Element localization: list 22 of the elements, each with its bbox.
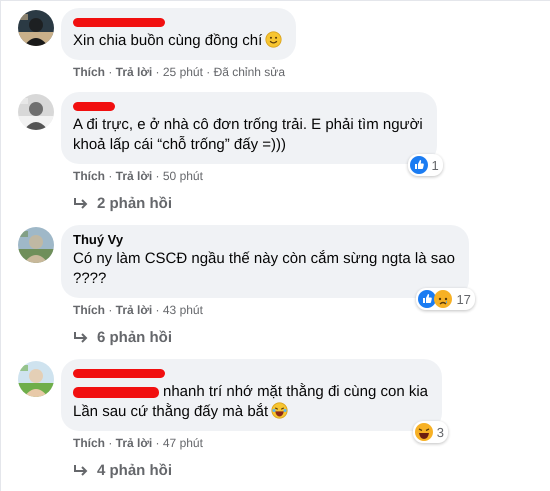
comment-actions[interactable]: Thích · Trả lời · 50 phút <box>61 164 203 183</box>
reaction-count-badge[interactable]: 17 <box>416 288 475 310</box>
comment-text: Có ny làm CSCĐ ngầu thế này còn cắm sừng ngta là sao ???? <box>73 249 455 289</box>
comment-actions[interactable]: Thích · Trả lời · 25 phút · Đã chỉnh sửa <box>61 60 285 79</box>
laughing-reaction-icon <box>414 423 433 441</box>
comment-text: Xin chia buồn cùng đồng chí <box>73 31 282 51</box>
view-replies-link[interactable]: 4 phản hồi <box>97 462 172 479</box>
reply-arrow-icon <box>73 464 89 478</box>
comment-actions[interactable]: Thích · Trả lời · 47 phút <box>61 431 203 450</box>
like-reaction-icon <box>418 290 436 308</box>
view-replies-link[interactable]: 6 phản hồi <box>97 329 172 346</box>
sad-reaction-icon <box>434 290 452 308</box>
comment-author[interactable]: Thuý Vy <box>73 232 455 247</box>
reply-arrow-icon <box>73 330 89 344</box>
reaction-count-badge[interactable]: 1 <box>408 154 443 176</box>
view-replies-link[interactable]: 2 phản hồi <box>97 195 172 212</box>
comment-text: nhanh trí nhớ mặt thằng đi cùng con kia Lần sau cứ thằng đấy mà bắt <box>73 382 428 422</box>
like-reaction-icon <box>410 156 428 174</box>
comment-text: A đi trực, e ở nhà cô đơn trống trải. E phải tìm người khoả lấp cái “chỗ trống” đấy =))) <box>73 115 423 155</box>
reply-arrow-icon <box>73 196 89 210</box>
comment-actions[interactable]: Thích · Trả lời · 43 phút <box>61 298 203 317</box>
reaction-count-badge[interactable]: 3 <box>412 421 448 443</box>
